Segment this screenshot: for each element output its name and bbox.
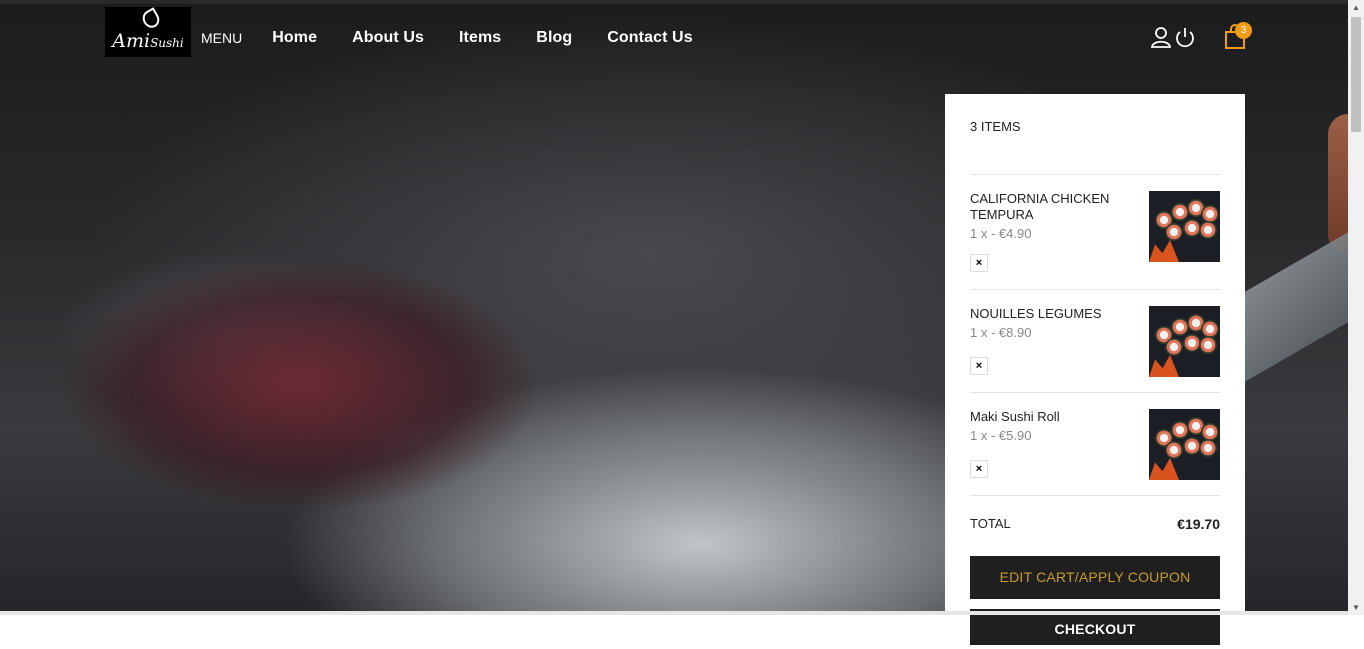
cart-item-thumbnail[interactable] — [1149, 409, 1220, 480]
cart-item-name[interactable]: CALIFORNIA CHICKEN TEMPURA — [970, 191, 1130, 223]
nav-items[interactable]: Items — [459, 29, 501, 47]
cart-item-thumbnail[interactable] — [1149, 191, 1220, 262]
cart-total-value: €19.70 — [1177, 516, 1220, 532]
cart-count-badge: 3 — [1235, 22, 1252, 39]
vertical-scrollbar[interactable]: ▲ ▼ — [1348, 0, 1364, 615]
scrollbar-thumb[interactable] — [1351, 17, 1361, 132]
mini-cart-panel: 3 ITEMS CALIFORNIA CHICKEN TEMPURA 1 x -… — [945, 94, 1245, 645]
cart-item-name[interactable]: Maki Sushi Roll — [970, 409, 1130, 425]
edit-cart-button[interactable]: EDIT CART/APPLY COUPON — [970, 556, 1220, 599]
nav-home[interactable]: Home — [272, 29, 317, 47]
close-icon[interactable]: × — [970, 357, 988, 375]
cart-item-name[interactable]: NOUILLES LEGUMES — [970, 306, 1130, 322]
site-header: AmiSushi MENU Home About Us Items Blog C… — [0, 4, 1348, 74]
header-icons — [1150, 26, 1198, 48]
user-icon[interactable] — [1150, 26, 1172, 48]
hero-knife-decoration — [1238, 232, 1348, 386]
cart-item-thumbnail[interactable] — [1149, 306, 1220, 377]
cart-item: CALIFORNIA CHICKEN TEMPURA 1 x - €4.90 × — [970, 175, 1220, 290]
close-icon[interactable]: × — [970, 460, 988, 478]
main-nav: MENU Home About Us Items Blog Contact Us — [201, 29, 728, 47]
nav-contact-us[interactable]: Contact Us — [607, 29, 692, 47]
scroll-down-arrow-icon[interactable]: ▼ — [1352, 603, 1360, 612]
cart-total-label: TOTAL — [970, 516, 1011, 531]
nav-blog[interactable]: Blog — [536, 29, 572, 47]
cart-total-row: TOTAL €19.70 — [970, 516, 1220, 532]
cart-item-count: 3 ITEMS — [970, 94, 1220, 175]
site-logo[interactable]: AmiSushi — [105, 7, 191, 57]
scroll-up-arrow-icon[interactable]: ▲ — [1352, 3, 1360, 12]
menu-toggle[interactable]: MENU — [201, 30, 242, 46]
logo-leaf-icon — [139, 7, 163, 31]
cart-item: Maki Sushi Roll 1 x - €5.90 × — [970, 393, 1220, 496]
close-icon[interactable]: × — [970, 254, 988, 272]
horizontal-scrollbar[interactable] — [0, 611, 1348, 615]
power-icon[interactable] — [1174, 26, 1196, 48]
cart-item: NOUILLES LEGUMES 1 x - €8.90 × — [970, 290, 1220, 393]
nav-about-us[interactable]: About Us — [352, 29, 424, 47]
logo-text: AmiSushi — [112, 30, 184, 52]
